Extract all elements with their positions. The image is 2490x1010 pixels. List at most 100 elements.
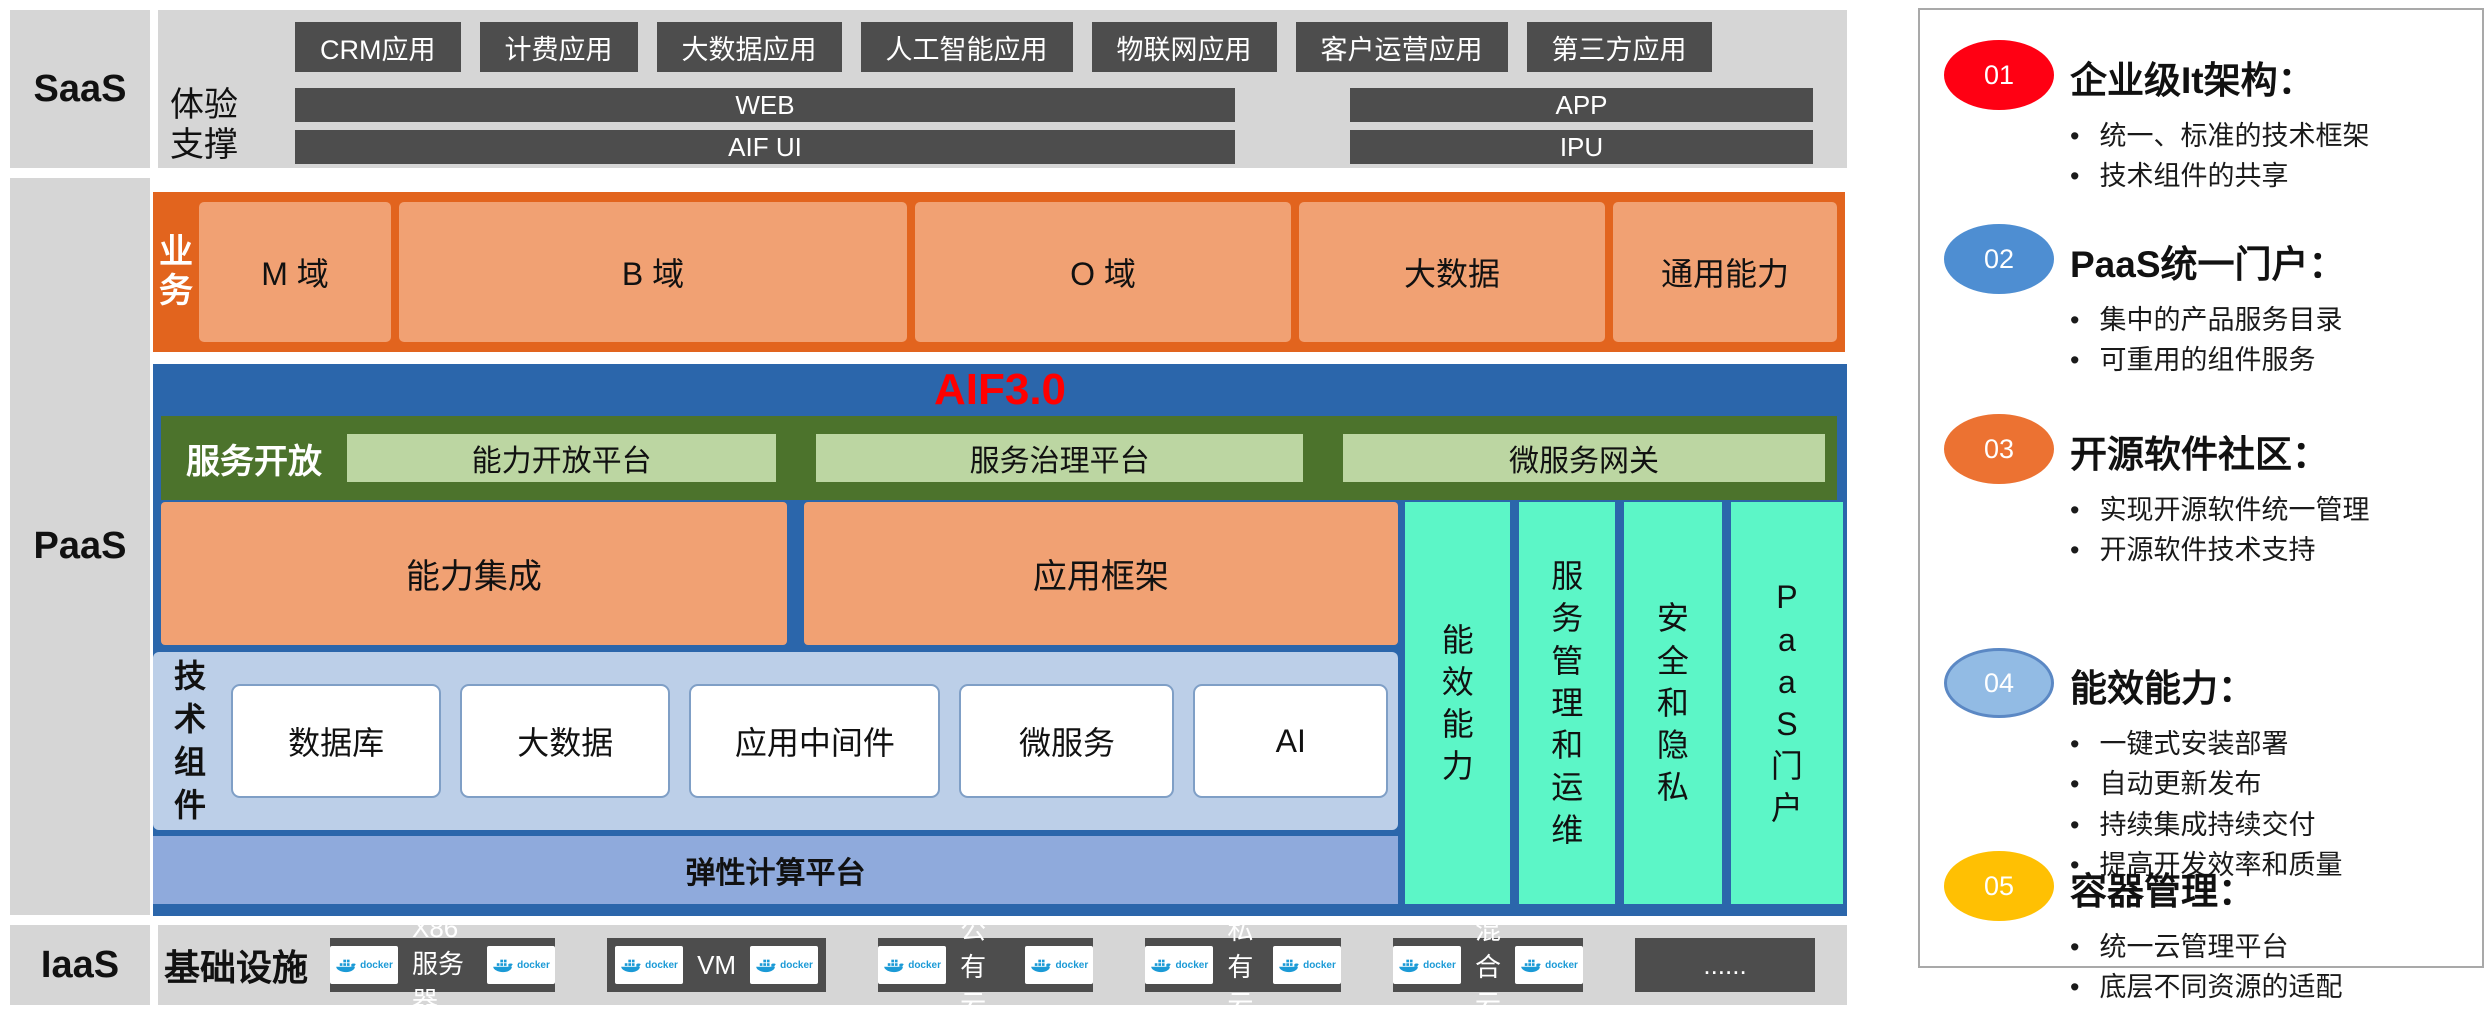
iaas-nodes-row: docker X86服务器 docker docker VM docker do… — [330, 938, 1815, 992]
bullet-text: 统一、标准的技术框架 — [2099, 120, 2369, 152]
tech-database: 数据库 — [231, 684, 441, 798]
tech-components-panel: 技 术 组 件 数据库 大数据 应用中间件 微服务 AI — [153, 652, 1398, 830]
number-badge-04: 04 — [1944, 648, 2054, 718]
bullet-text: 持续集成持续交付 — [2099, 809, 2315, 841]
iaas-node-label: 混合云 — [1475, 910, 1501, 1010]
bullet-icon: • — [2070, 728, 2079, 760]
number-badge-01: 01 — [1944, 40, 2054, 110]
app-customer-ops: 客户运营应用 — [1296, 22, 1508, 72]
aif-version-title: AIF3.0 — [153, 364, 1847, 416]
domain-b: B 域 — [399, 202, 907, 342]
feature-panel: 01 企业级It架构： • 统一、标准的技术框架 • 技术组件的共享 02 PaaS… — [1918, 8, 2484, 968]
docker-logo-icon: docker — [487, 946, 555, 984]
panel-item-title: 能效能力： — [2070, 658, 2466, 712]
bullet-text: 统一云管理平台 — [2099, 931, 2288, 963]
app-thirdparty: 第三方应用 — [1527, 22, 1712, 72]
panel-item-title: PaaS统一门户： — [2070, 234, 2466, 288]
iaas-node-label: 私有云 — [1227, 910, 1259, 1010]
iaas-node-label: VM — [697, 950, 736, 981]
iaas-node-hybrid-cloud: docker 混合云 docker — [1393, 938, 1583, 992]
capability-row: 能力集成 应用框架 — [161, 502, 1398, 645]
business-label: 业 务 — [153, 192, 199, 352]
bullet-icon: • — [2070, 494, 2079, 526]
number-badge-05: 05 — [1944, 851, 2054, 921]
app-ai: 人工智能应用 — [861, 22, 1073, 72]
bullet-text: 可重用的组件服务 — [2099, 344, 2315, 376]
docker-logo-icon: docker — [1273, 946, 1341, 984]
docker-logo-icon: docker — [878, 946, 946, 984]
bullet-text: 一键式安装部署 — [2099, 728, 2288, 760]
app-billing: 计费应用 — [480, 22, 638, 72]
docker-logo-icon: docker — [1393, 946, 1461, 984]
bullet-icon: • — [2070, 534, 2079, 566]
business-domains-row: M 域 B 域 O 域 大数据 通用能力 — [199, 202, 1837, 342]
architecture-diagram: SaaS PaaS IaaS CRM应用 计费应用 大数据应用 人工智能应用 物… — [0, 0, 2490, 1010]
bullet-text: 自动更新发布 — [2099, 768, 2261, 800]
bullet-icon: • — [2070, 971, 2079, 1003]
domain-m: M 域 — [199, 202, 391, 342]
microservice-gateway: 微服务网关 — [1343, 434, 1825, 482]
app-iot: 物联网应用 — [1092, 22, 1277, 72]
pillar-service-mgmt-ops: 服 务 管 理 和 运 维 — [1519, 502, 1615, 904]
infrastructure-label: 基础设施 — [164, 925, 308, 1005]
bullet-text: 集中的产品服务目录 — [2099, 304, 2342, 336]
iaas-node-label: 公有云 — [960, 910, 1011, 1010]
channel-aif-ui: AIF UI — [295, 130, 1235, 164]
pillars-group: 能 效 能 力 服 务 管 理 和 运 维 安 全 和 隐 私 P a a S … — [1405, 502, 1843, 904]
service-open-label: 服务开放 — [161, 434, 347, 483]
docker-logo-icon: docker — [1025, 946, 1093, 984]
iaas-node-label: ...... — [1703, 950, 1746, 981]
channel-app: APP — [1350, 88, 1813, 122]
bullet-icon: • — [2070, 931, 2079, 963]
docker-logo-icon: docker — [1145, 946, 1213, 984]
bullet-text: 开源软件技术支持 — [2099, 534, 2315, 566]
saas-band: CRM应用 计费应用 大数据应用 人工智能应用 物联网应用 客户运营应用 第三方… — [158, 10, 1847, 168]
docker-logo-icon: docker — [330, 946, 398, 984]
tech-bigdata: 大数据 — [460, 684, 670, 798]
iaas-node-x86: docker X86服务器 docker — [330, 938, 555, 992]
iaas-node-label: X86服务器 — [412, 913, 473, 1010]
panel-item-title: 企业级It架构： — [2070, 50, 2466, 104]
channel-stack-left: WEB AIF UI — [295, 88, 1235, 164]
iaas-node-private-cloud: docker 私有云 docker — [1145, 938, 1341, 992]
bullet-text: 实现开源软件统一管理 — [2099, 494, 2369, 526]
docker-logo-icon: docker — [750, 946, 818, 984]
tech-components-label: 技 术 组 件 — [167, 652, 213, 830]
business-band: 业 务 M 域 B 域 O 域 大数据 通用能力 — [153, 192, 1845, 352]
iaas-node-public-cloud: docker 公有云 docker — [878, 938, 1093, 992]
bullet-text: 底层不同资源的适配 — [2099, 971, 2342, 1003]
docker-logo-icon: docker — [615, 946, 683, 984]
pillar-efficiency: 能 效 能 力 — [1405, 502, 1510, 904]
pillar-paas-portal: P a a S 门 户 — [1731, 502, 1843, 904]
capability-integration-box: 能力集成 — [161, 502, 787, 645]
saas-app-row: CRM应用 计费应用 大数据应用 人工智能应用 物联网应用 客户运营应用 第三方… — [295, 22, 1712, 72]
iaas-band: 基础设施 docker X86服务器 docker docker VM dock… — [158, 925, 1847, 1005]
tech-middleware: 应用中间件 — [689, 684, 940, 798]
service-open-band: 服务开放 能力开放平台 服务治理平台 微服务网关 — [161, 416, 1837, 500]
number-badge-03: 03 — [1944, 414, 2054, 484]
bullet-icon: • — [2070, 304, 2079, 336]
channel-ipu: IPU — [1350, 130, 1813, 164]
tech-components-row: 数据库 大数据 应用中间件 微服务 AI — [231, 684, 1388, 798]
domain-bigdata: 大数据 — [1299, 202, 1605, 342]
panel-item-title: 开源软件社区： — [2070, 424, 2466, 478]
elastic-compute-platform: 弹性计算平台 — [153, 836, 1398, 904]
domain-common: 通用能力 — [1613, 202, 1837, 342]
domain-o: O 域 — [915, 202, 1291, 342]
docker-logo-icon: docker — [1515, 946, 1583, 984]
layer-label-iaas: IaaS — [10, 925, 150, 1005]
application-framework-box: 应用框架 — [804, 502, 1398, 645]
channel-web: WEB — [295, 88, 1235, 122]
bullet-icon: • — [2070, 344, 2079, 376]
bullet-icon: • — [2070, 768, 2079, 800]
bullet-icon: • — [2070, 160, 2079, 192]
app-crm: CRM应用 — [295, 22, 461, 72]
tech-ai: AI — [1193, 684, 1388, 798]
number-badge-02: 02 — [1944, 224, 2054, 294]
capability-open-platform: 能力开放平台 — [347, 434, 776, 482]
bullet-text: 技术组件的共享 — [2099, 160, 2288, 192]
service-governance-platform: 服务治理平台 — [816, 434, 1303, 482]
layer-label-saas: SaaS — [10, 10, 150, 168]
app-bigdata: 大数据应用 — [657, 22, 842, 72]
pillar-security-privacy: 安 全 和 隐 私 — [1624, 502, 1722, 904]
